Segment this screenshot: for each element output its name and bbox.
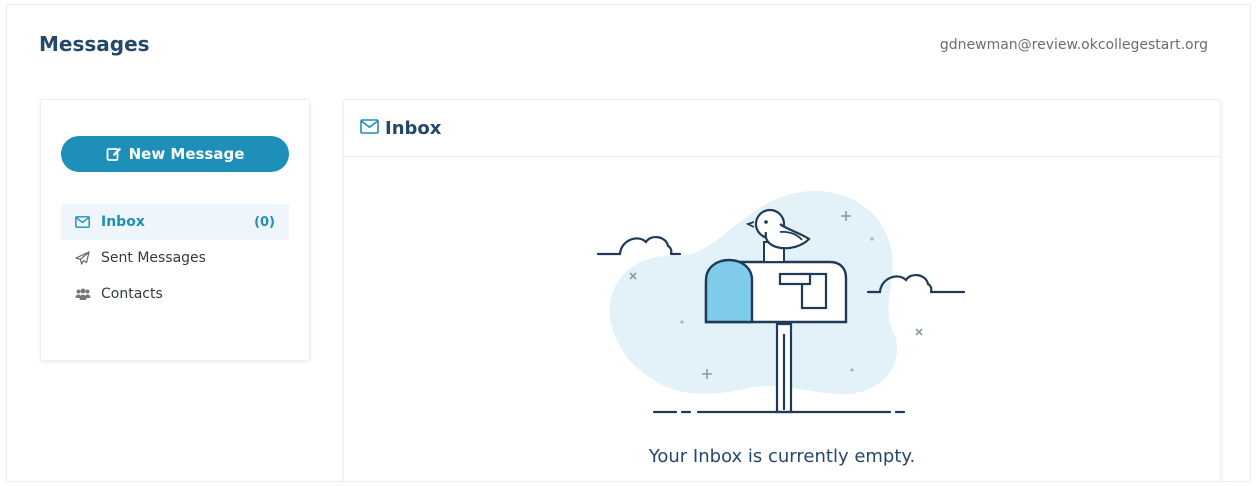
user-email: gdnewman@review.okcollegestart.org <box>939 37 1208 53</box>
sidebar-item-sent-messages[interactable]: Sent Messages <box>61 240 289 276</box>
sidebar-item-label: Inbox <box>101 214 145 230</box>
inbox-panel-header: Inbox <box>344 100 1220 157</box>
empty-mailbox-illustration <box>594 184 974 428</box>
app-frame: Messages gdnewman@review.okcollegestart.… <box>6 4 1251 482</box>
new-message-label: New Message <box>128 145 245 163</box>
envelope-icon <box>75 216 93 228</box>
edit-icon <box>106 146 122 162</box>
sidebar-item-inbox[interactable]: Inbox (0) <box>61 204 289 240</box>
sidebar-nav: Inbox (0) Sent Messages Contacts <box>61 204 289 312</box>
sidebar: New Message Inbox (0) Sent Messages Cont… <box>40 99 310 361</box>
sidebar-item-contacts[interactable]: Contacts <box>61 276 289 312</box>
new-message-button[interactable]: New Message <box>61 136 289 172</box>
paper-plane-icon <box>75 251 93 265</box>
inbox-panel-title: Inbox <box>385 117 442 139</box>
sidebar-item-label: Contacts <box>101 286 163 302</box>
users-icon <box>75 288 93 301</box>
inbox-panel: Inbox Your Inbox is currently empty. <box>343 99 1221 481</box>
empty-inbox-message: Your Inbox is currently empty. <box>648 446 916 467</box>
sidebar-item-label: Sent Messages <box>101 250 206 266</box>
inbox-count-badge: (0) <box>254 214 275 230</box>
envelope-icon <box>360 118 379 138</box>
page-title: Messages <box>39 32 150 56</box>
